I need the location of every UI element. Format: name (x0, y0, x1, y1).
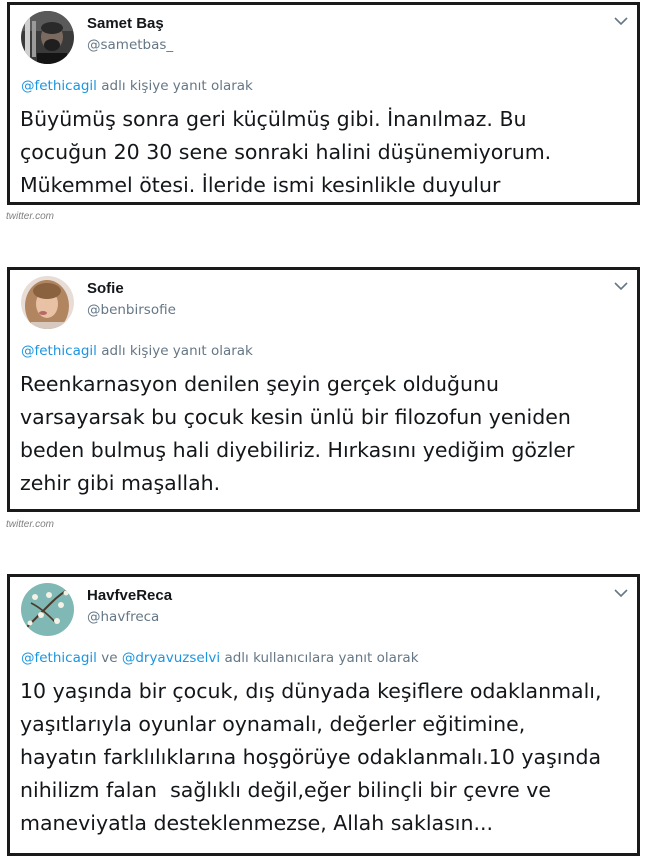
source-label: twitter.com (6, 519, 54, 530)
user-avatar[interactable] (21, 583, 74, 636)
source-label: twitter.com (6, 211, 54, 222)
tweet-text: Reenkarnasyon denilen şeyin gerçek olduğ… (20, 368, 627, 500)
user-handle[interactable]: @havfreca (87, 609, 159, 625)
avatar-photo-icon (21, 276, 74, 329)
tweet-text-line: beden bulmuş hali diyebiliriz. Hırkasını… (20, 438, 575, 462)
tweet-text-line: hayatın farklılıklarına hoşgörüye odakla… (20, 745, 602, 769)
display-name[interactable]: Sofie (87, 280, 124, 297)
tweet-card: Samet Baş @sametbas_ @fethicagil adlı ki… (7, 2, 640, 205)
tweet-text-line: nihilizm falan sağlıklı değil,eğer bilin… (20, 778, 552, 802)
display-name[interactable]: Samet Baş (87, 15, 164, 32)
user-avatar[interactable] (21, 276, 74, 329)
user-handle[interactable]: @benbirsofie (87, 302, 176, 318)
tweet-text-line: Mükemmel ötesi. İleride ismi kesinlikle … (20, 173, 501, 197)
almond-blossom-icon (21, 583, 74, 636)
tweet-text-line: zehir gibi maşallah. (20, 471, 221, 495)
mention-link[interactable]: @fethicagil (21, 343, 97, 359)
tweet-text-line: Büyümüş sonra geri küçülmüş gibi. İnanıl… (20, 107, 527, 131)
mention-link[interactable]: @fethicagil (21, 650, 97, 666)
user-avatar[interactable] (21, 11, 74, 64)
tweet-card: Sofie @benbirsofie @fethicagil adlı kişi… (7, 267, 640, 512)
tweet-text-line: maneviyatla desteklenmezse, Allah saklas… (20, 811, 494, 835)
tweet-text-line: çocuğun 20 30 sene sonraki halini düşüne… (20, 140, 552, 164)
chevron-down-icon[interactable] (614, 17, 628, 26)
tweet-text: 10 yaşında bir çocuk, dış dünyada keşifl… (20, 675, 627, 840)
mention-link[interactable]: @dryavuzselvi (122, 650, 220, 666)
display-name[interactable]: HavfveReca (87, 587, 172, 604)
reply-suffix: adlı kullanıcılara yanıt olarak (220, 650, 419, 666)
reply-suffix: adlı kişiye yanıt olarak (96, 343, 253, 359)
chevron-down-icon[interactable] (614, 589, 628, 598)
tweet-text-line: yaşıtlarıyla oyunlar oynamalı, değerler … (20, 712, 526, 736)
mention-link[interactable]: @fethicagil (21, 78, 97, 94)
chevron-down-icon[interactable] (614, 282, 628, 291)
reply-suffix: adlı kişiye yanıt olarak (96, 78, 253, 94)
reply-joiner: ve (96, 650, 122, 666)
reply-context: @fethicagil adlı kişiye yanıt olarak (21, 343, 253, 359)
tweet-text: Büyümüş sonra geri küçülmüş gibi. İnanıl… (20, 103, 627, 202)
avatar-photo-icon (21, 11, 74, 64)
reply-context: @fethicagil adlı kişiye yanıt olarak (21, 78, 253, 94)
tweet-text-line: Reenkarnasyon denilen şeyin gerçek olduğ… (20, 372, 499, 396)
tweet-card: HavfveReca @havfreca @fethicagil ve @dry… (7, 574, 640, 856)
tweet-text-line: varsayarsak bu çocuk kesin ünlü bir filo… (20, 405, 571, 429)
user-handle[interactable]: @sametbas_ (87, 37, 173, 53)
tweet-text-line: 10 yaşında bir çocuk, dış dünyada keşifl… (20, 679, 602, 703)
reply-context: @fethicagil ve @dryavuzselvi adlı kullan… (21, 650, 419, 666)
